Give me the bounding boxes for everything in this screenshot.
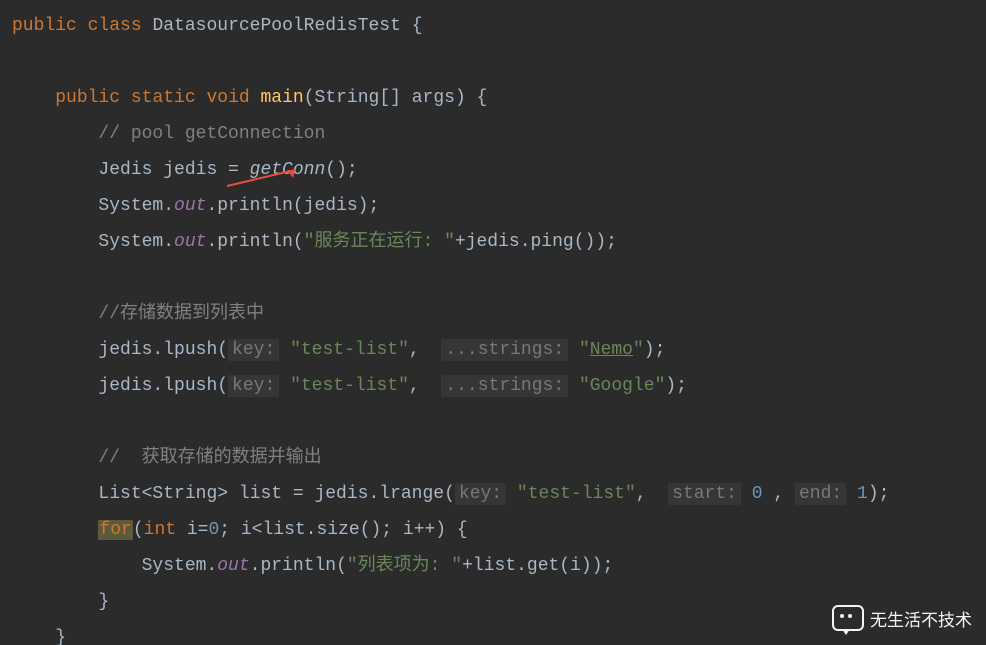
list-decl-b: ); [868,484,890,504]
sout-out-2: out [174,232,206,252]
for-zero: 0 [208,520,219,540]
str-running: "服务正在运行: " [304,232,455,252]
hint-end: end: [795,483,846,505]
sout2-a: System. [98,232,174,252]
lpush1-a: jedis.lpush( [98,340,228,360]
kw-static: static [131,88,196,108]
str-nemo-close: " [633,340,644,360]
jedis-decl-b: (); [325,160,357,180]
brace-close-for: } [98,592,109,612]
main-params: (String[] args) { [304,88,488,108]
hint-strings-1: ...strings: [441,339,568,361]
sout2-b: .println( [206,232,303,252]
num-zero: 0 [752,484,763,504]
str-nemo-open: " [579,340,590,360]
num-one: 1 [857,484,868,504]
comment-store: //存储数据到列表中 [98,304,264,324]
kw-for: for [99,520,131,540]
kw-class: class [88,16,142,36]
code-block: public class DatasourcePoolRedisTest { p… [0,0,986,645]
str-testlist-1: "test-list" [290,340,409,360]
getconn: getConn [250,160,326,180]
comma-1: , [409,340,441,360]
comma-2: , [409,376,441,396]
str-listitem: "列表项为: " [347,556,462,576]
hint-strings-2: ...strings: [441,375,568,397]
close-1: ); [644,340,666,360]
kw-public: public [12,16,77,36]
sout3-a: System. [142,556,218,576]
hint-key-1: key: [228,339,279,361]
sout3-c: +list.get(i)); [462,556,613,576]
for-open: ( [133,520,144,540]
for-i: i= [176,520,208,540]
kw-public-2: public [55,88,120,108]
method-main: main [261,88,304,108]
list-decl-a: List<String> list = jedis.lrange( [98,484,454,504]
sout2-c: +jedis.ping()); [455,232,617,252]
comment-pool: // pool getConnection [98,124,325,144]
str-testlist-3: "test-list" [517,484,636,504]
sout-out-1: out [174,196,206,216]
sout1-a: System. [98,196,174,216]
jedis-decl-a: Jedis jedis = [98,160,249,180]
for-header-b: ; i<list.size(); i++) { [219,520,467,540]
lpush2-a: jedis.lpush( [98,376,228,396]
comment-get: // 获取存储的数据并输出 [98,448,321,468]
close-2: ); [665,376,687,396]
str-nemo: Nemo [590,340,633,360]
sout1-b: .println(jedis); [206,196,379,216]
hint-key-3: key: [455,483,506,505]
class-name: DatasourcePoolRedisTest [152,16,400,36]
str-google: "Google" [579,376,665,396]
hint-start: start: [668,483,741,505]
kw-void: void [206,88,249,108]
sout-out-3: out [217,556,249,576]
kw-int: int [144,520,176,540]
str-testlist-2: "test-list" [290,376,409,396]
hint-key-2: key: [228,375,279,397]
sout3-b: .println( [250,556,347,576]
brace-close-main: } [55,628,66,645]
